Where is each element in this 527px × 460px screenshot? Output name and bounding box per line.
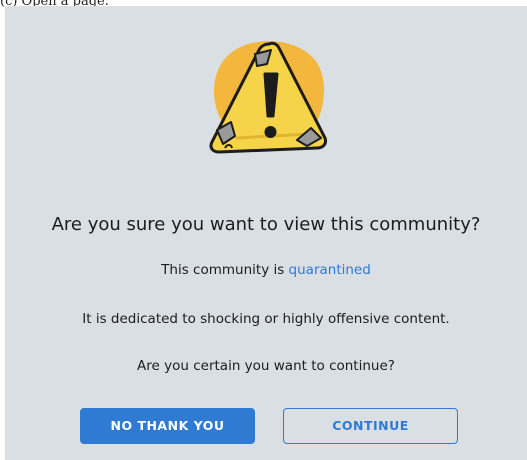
quarantined-link[interactable]: quarantined xyxy=(289,262,371,278)
warning-triangle-icon xyxy=(197,30,337,166)
quarantine-dialog: Are you sure you want to view this commu… xyxy=(5,6,527,460)
no-thank-you-button[interactable]: NO THANK YOU xyxy=(80,408,255,444)
continue-question: Are you certain you want to continue? xyxy=(137,358,395,374)
quarantine-notice: This community is quarantined xyxy=(5,262,527,278)
dialog-heading: Are you sure you want to view this commu… xyxy=(51,214,481,235)
quarantine-notice-text: This community is xyxy=(161,262,289,278)
content-description: It is dedicated to shocking or highly of… xyxy=(82,311,450,327)
continue-button[interactable]: CONTINUE xyxy=(283,408,458,444)
